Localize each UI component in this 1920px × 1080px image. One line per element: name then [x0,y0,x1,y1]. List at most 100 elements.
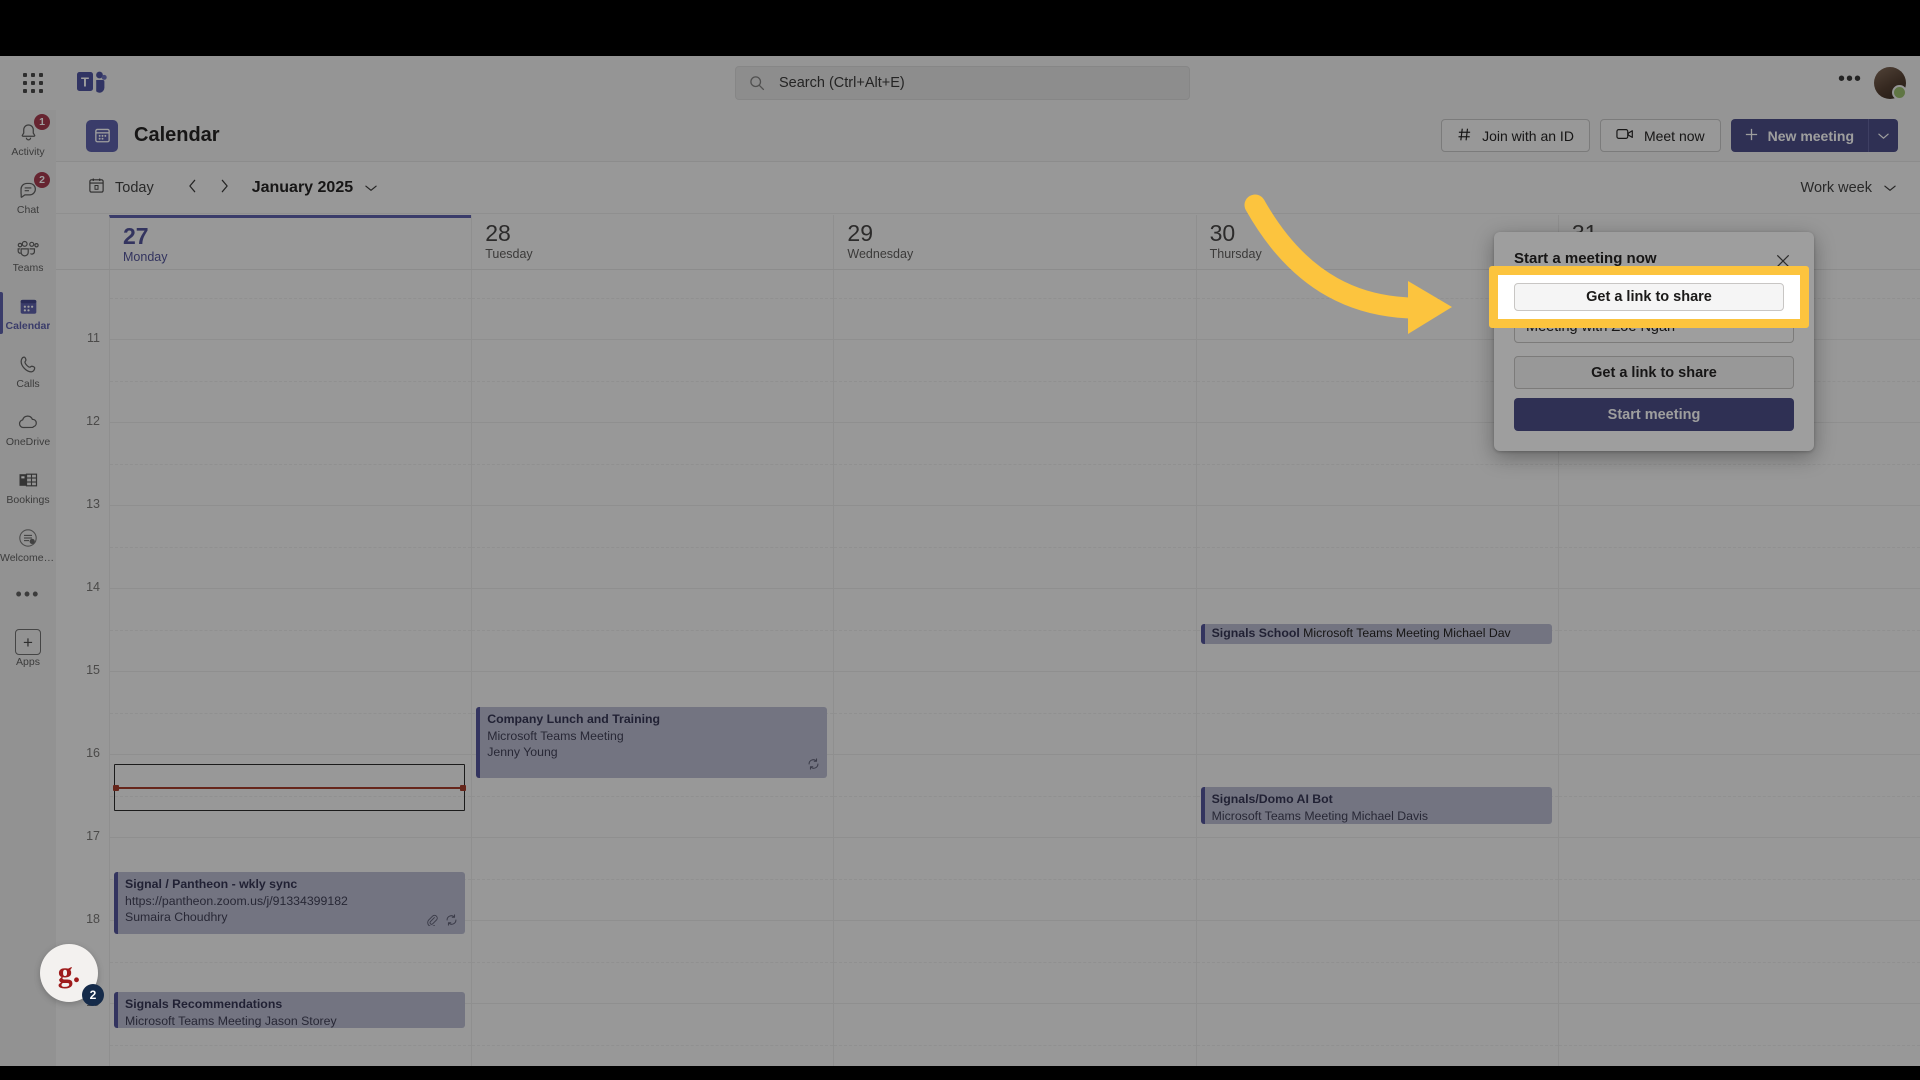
attachment-icon [426,913,438,931]
teams-logo-icon: T [75,66,109,100]
hour-gridline [1558,1003,1920,1004]
hour-gridline [472,339,834,340]
half-hour-gridline [472,795,834,797]
guide-widget-logo[interactable]: g. 2 [40,944,104,1006]
sidebar-item-teams[interactable]: Teams [0,226,56,284]
half-hour-gridline [1558,961,1920,963]
meeting-name-input[interactable]: Meeting with Zoe Ngan [1514,310,1794,343]
day-number: 27 [123,223,149,249]
search-icon [749,75,765,91]
popup-header: Start a meeting now [1514,250,1794,272]
calendar-icon [15,294,41,318]
meet-now-label: Meet now [1643,127,1705,144]
hour-gridline [472,837,834,838]
half-hour-gridline [1196,1044,1558,1046]
half-hour-gridline [1558,629,1920,631]
half-hour-gridline [834,463,1196,465]
half-hour-gridline [1558,1044,1920,1046]
join-with-id-button[interactable]: Join with an ID [1441,119,1590,152]
hour-gridline [472,588,834,589]
half-hour-gridline [834,380,1196,382]
event-icons [426,913,458,931]
day-column-tuesday[interactable]: Company Lunch and Training Microsoft Team… [471,270,834,1066]
calendar-event[interactable]: Signals/Domo AI Bot Microsoft Teams Meeti… [1200,787,1552,824]
sidebar-item-label: Welcome G.. [0,552,56,564]
day-name: Tuesday [485,246,533,261]
hour-gridline [1196,505,1558,506]
day-name: Wednesday [847,246,914,261]
calendar-event[interactable]: Signals School Microsoft Teams Meeting M… [1200,624,1552,644]
hour-gridline [834,1003,1196,1004]
meet-now-button[interactable]: Meet now [1599,119,1721,152]
app-launcher-icon[interactable] [13,63,53,103]
get-link-to-share-button[interactable]: Get a link to share [1514,356,1794,389]
view-selector[interactable]: Work week [1801,180,1896,196]
page-title: Calendar [134,124,220,146]
calendar-nav-arrows [178,173,240,203]
hour-gridline [472,1003,834,1004]
close-icon[interactable] [1772,250,1794,272]
letterbox-bottom [0,1066,1920,1080]
sidebar-item-bookings[interactable]: Bookings [0,458,56,516]
calendar-event[interactable]: Company Lunch and Training Microsoft Team… [476,707,828,778]
rail-more-icon[interactable]: ••• [0,574,56,616]
hour-gridline [1558,920,1920,921]
today-button[interactable]: Today [82,172,160,203]
video-camera-icon [1616,127,1634,144]
next-week-button[interactable] [210,173,240,203]
sidebar-item-calendar[interactable]: Calendar [0,284,56,342]
hour-label: 15 [86,663,100,677]
half-hour-gridline [834,1044,1196,1046]
day-column-monday[interactable]: Signal / Pantheon - wkly sync https://pan… [109,270,472,1066]
day-header-monday[interactable]: 27 Monday [109,215,472,269]
sidebar-item-onedrive[interactable]: OneDrive [0,400,56,458]
calendar-event[interactable]: Signal / Pantheon - wkly sync https://pan… [114,872,466,934]
half-hour-gridline [834,297,1196,299]
hour-gridline [110,505,472,506]
new-meeting-main[interactable]: New meeting [1731,119,1868,152]
half-hour-gridline [1558,878,1920,880]
sidebar-item-apps[interactable]: + Apps [0,620,56,678]
half-hour-gridline [110,463,472,465]
day-number: 29 [847,220,873,246]
half-hour-gridline [472,297,834,299]
settings-more-icon[interactable]: ••• [1834,67,1866,99]
calendar-event[interactable]: Signals Recommendations Microsoft Teams M… [114,992,466,1028]
letterbox-top [0,0,1920,56]
sidebar-item-welcome-g[interactable]: Welcome G.. [0,516,56,574]
event-icons [807,757,820,775]
sidebar-item-label: Teams [12,262,44,274]
day-column-wednesday[interactable] [833,270,1196,1066]
avatar[interactable] [1874,67,1907,100]
popup-title: Start a meeting now [1514,250,1657,267]
start-meeting-button[interactable]: Start meeting [1514,398,1794,431]
search-input[interactable]: Search (Ctrl+Alt+E) [735,66,1190,100]
month-picker[interactable]: January 2025 [252,179,377,197]
today-label: Today [115,179,154,196]
day-header-tuesday[interactable]: 28 Tuesday [471,215,833,269]
half-hour-gridline [834,961,1196,963]
sidebar-item-chat[interactable]: 2 Chat [0,168,56,226]
sidebar-item-calls[interactable]: Calls [0,342,56,400]
event-detail-line: Microsoft Teams Meeting [487,728,624,743]
half-hour-gridline [110,961,472,963]
hour-gridline [834,671,1196,672]
day-header-wednesday[interactable]: 29 Wednesday [833,215,1195,269]
sidebar-item-activity[interactable]: 1 Activity [0,110,56,168]
half-hour-gridline [110,297,472,299]
half-hour-gridline [472,380,834,382]
bell-icon: 1 [15,114,50,144]
hour-gridline [110,422,472,423]
calendar-icon [86,119,118,152]
previous-week-button[interactable] [178,173,208,203]
hour-label: 14 [86,580,100,594]
event-title: Signals Recommendations [125,997,283,1011]
day-name: Monday [123,249,168,264]
new-meeting-dropdown[interactable] [1868,119,1898,152]
hour-gridline [1196,671,1558,672]
chevron-down-icon [365,179,377,197]
page-header: Calendar Join with an ID Meet now New me… [56,110,1920,162]
new-meeting-button[interactable]: New meeting [1730,119,1898,152]
event-title: Signal / Pantheon - wkly sync [125,877,298,891]
calendar-today-icon [88,177,105,198]
